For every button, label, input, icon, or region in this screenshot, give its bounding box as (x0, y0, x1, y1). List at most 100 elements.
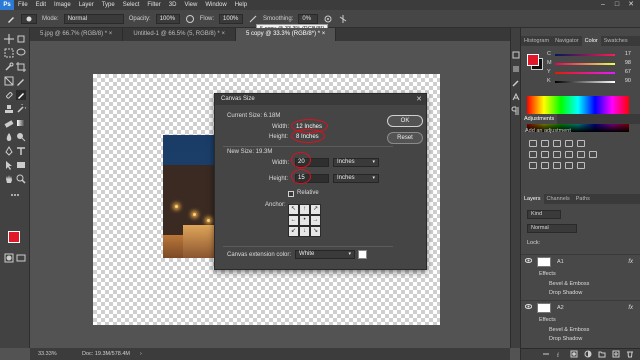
smoothing-field[interactable]: 0% (298, 13, 319, 24)
black-white-icon[interactable] (553, 151, 561, 158)
reset-button[interactable]: Reset (387, 132, 423, 144)
color-panel-foreground-swatch[interactable] (527, 54, 539, 66)
blur-tool-icon[interactable] (4, 132, 14, 142)
effects-row[interactable]: Effects (521, 270, 640, 279)
layer-row[interactable]: A2 fx (521, 300, 640, 314)
crop-tool-icon[interactable] (16, 62, 26, 72)
anchor-center-icon[interactable]: • (299, 215, 310, 226)
layer-effects-icon[interactable]: fx (628, 259, 633, 265)
new-adjustment-icon[interactable] (583, 350, 593, 360)
status-menu-arrow[interactable]: › (140, 348, 142, 360)
threshold-icon[interactable] (553, 162, 561, 169)
rectangle-tool-icon[interactable] (16, 160, 26, 170)
visibility-eye-icon[interactable] (524, 304, 533, 311)
tab-5-jpg[interactable]: 5.jpg @ 66.7% (RGB/8) * × (30, 28, 124, 41)
pen-tool-icon[interactable] (4, 146, 14, 156)
smoothing-options-icon[interactable] (323, 14, 333, 24)
gradient-tool-icon[interactable] (16, 118, 26, 128)
anchor-top-right-icon[interactable]: ↗ (310, 204, 321, 215)
gradient-map-icon[interactable] (565, 162, 573, 169)
more-tools-icon[interactable] (10, 190, 20, 200)
channel-c-slider[interactable] (555, 54, 615, 56)
menu-type[interactable]: Type (98, 2, 119, 8)
layer-filter-select[interactable]: Kind (527, 210, 561, 219)
maximize-button[interactable]: □ (610, 0, 624, 10)
menu-filter[interactable]: Filter (143, 2, 164, 8)
minimize-button[interactable]: – (596, 0, 610, 10)
menu-help[interactable]: Help (231, 2, 251, 8)
color-balance-icon[interactable] (541, 151, 549, 158)
healing-brush-tool-icon[interactable] (4, 90, 14, 100)
posterize-icon[interactable] (541, 162, 549, 169)
color-lookup-icon[interactable] (589, 151, 597, 158)
menu-select[interactable]: Select (119, 2, 144, 8)
channel-k-value[interactable]: 90 (617, 78, 631, 84)
anchor-bottom-left-icon[interactable]: ↙ (288, 226, 299, 237)
relative-checkbox[interactable] (288, 191, 294, 197)
quick-select-tool-icon[interactable] (4, 62, 14, 72)
screen-mode-icon[interactable] (16, 253, 26, 263)
foreground-color-swatch[interactable] (8, 231, 20, 243)
menu-window[interactable]: Window (201, 2, 230, 8)
anchor-bottom-icon[interactable]: ↓ (299, 226, 310, 237)
tab-adjustments[interactable]: Adjustments (521, 114, 558, 124)
channel-m-slider[interactable] (555, 63, 615, 65)
height-unit-select[interactable]: Inches ▾ (333, 174, 379, 183)
brush-preset-picker[interactable] (21, 13, 37, 24)
anchor-top-icon[interactable]: ↑ (299, 204, 310, 215)
effect-row[interactable]: Bevel & Emboss (521, 326, 640, 335)
tab-close-icon[interactable]: × (322, 31, 326, 37)
new-group-icon[interactable] (597, 350, 607, 360)
menu-image[interactable]: Image (50, 2, 75, 8)
anchor-right-icon[interactable]: → (310, 215, 321, 226)
channel-k-slider[interactable] (555, 81, 615, 83)
mode-select[interactable]: Normal (63, 13, 124, 24)
layer-name[interactable]: A2 (557, 305, 564, 311)
menu-view[interactable]: View (180, 2, 201, 8)
layer-effects-icon[interactable]: fx (628, 305, 633, 311)
link-layers-icon[interactable] (541, 350, 551, 360)
effects-row[interactable]: Effects (521, 316, 640, 325)
channel-y-value[interactable]: 67 (617, 69, 631, 75)
add-mask-icon[interactable] (569, 350, 579, 360)
frame-tool-icon[interactable] (4, 76, 14, 86)
tab-navigator[interactable]: Navigator (552, 36, 582, 46)
tab-untitled-1[interactable]: Untitled-1 @ 66.5% (5, RGB/8) * × (123, 28, 236, 41)
blend-mode-select[interactable]: Normal (527, 224, 577, 233)
tab-close-icon[interactable]: × (221, 31, 225, 37)
anchor-top-left-icon[interactable]: ↖ (288, 204, 299, 215)
channel-c-value[interactable]: 17 (617, 51, 631, 57)
tab-5-copy[interactable]: 5 copy @ 33.3% (RGB/8*) * × (235, 28, 337, 41)
extension-color-select[interactable]: White ▾ (295, 250, 355, 259)
history-brush-tool-icon[interactable] (16, 101, 29, 114)
tab-layers[interactable]: Layers (521, 194, 544, 204)
brightness-contrast-icon[interactable] (529, 140, 537, 147)
visibility-eye-icon[interactable] (524, 258, 533, 265)
effect-row[interactable]: Bevel & Emboss (521, 280, 640, 289)
exposure-icon[interactable] (565, 140, 573, 147)
invert-icon[interactable] (529, 162, 537, 169)
ok-button[interactable]: OK (387, 115, 423, 127)
selective-color-icon[interactable] (577, 162, 585, 169)
quick-mask-icon[interactable] (4, 253, 14, 263)
channel-m-value[interactable]: 98 (617, 60, 631, 66)
marquee-tool-icon[interactable] (4, 48, 14, 58)
add-style-icon[interactable]: f (555, 350, 565, 360)
brush-tool-icon[interactable] (16, 90, 26, 100)
tab-close-icon[interactable]: × (109, 31, 113, 37)
new-layer-icon[interactable] (611, 350, 621, 360)
eyedropper-tool-icon[interactable] (16, 76, 26, 86)
extension-color-swatch[interactable] (358, 250, 367, 259)
hand-tool-icon[interactable] (4, 174, 14, 184)
flow-field[interactable]: 100% (219, 13, 244, 24)
menu-edit[interactable]: Edit (32, 2, 50, 8)
lasso-tool-icon[interactable] (16, 48, 26, 58)
opacity-field[interactable]: 100% (155, 13, 180, 24)
channel-y-slider[interactable] (555, 72, 615, 74)
width-unit-select[interactable]: Inches ▾ (333, 158, 379, 167)
artboard-tool-icon[interactable] (16, 34, 26, 44)
layer-name[interactable]: A1 (557, 259, 564, 265)
tab-color[interactable]: Color (581, 36, 601, 46)
tab-channels[interactable]: Channels (544, 194, 573, 204)
eraser-tool-icon[interactable] (4, 118, 14, 128)
